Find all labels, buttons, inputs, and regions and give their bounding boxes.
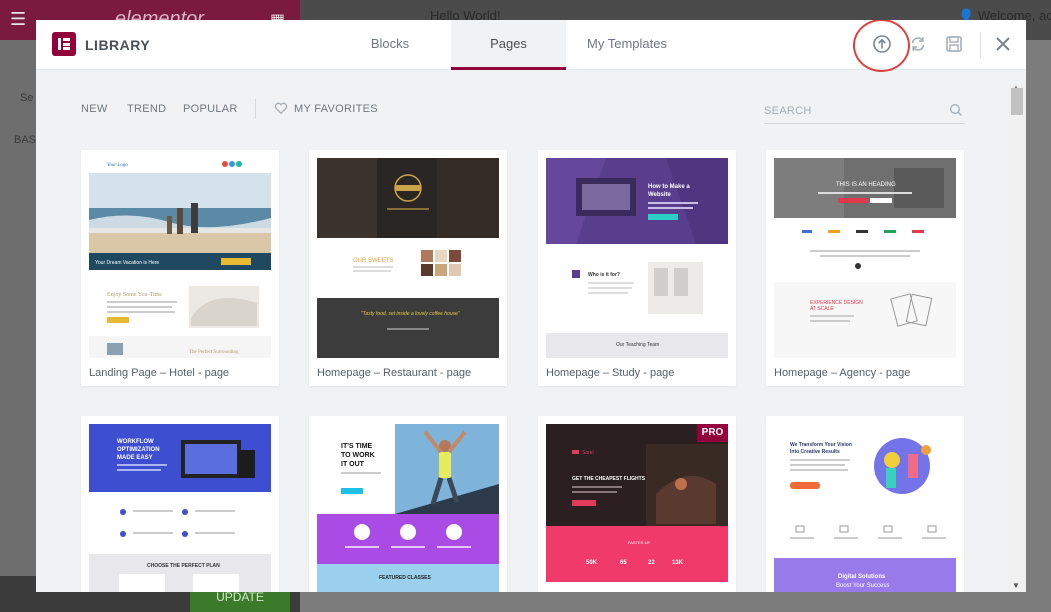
svg-text:The Perfect Surrounding: The Perfect Surrounding (189, 350, 239, 355)
template-library-modal: LIBRARY Blocks Pages My Templates NEW TR… (36, 20, 1026, 592)
pro-badge: PRO (697, 424, 728, 442)
template-title: Homepage – Agency - page (774, 367, 911, 379)
svg-text:MADE EASY: MADE EASY (117, 455, 153, 461)
svg-text:IT'S TIME: IT'S TIME (341, 443, 373, 450)
template-card-workflow[interactable]: WORKFLOW OPTIMIZATION MADE EASY CHOOSE T… (81, 416, 279, 592)
template-preview: OUR SWEETS "Tasty food, set inside a lov… (317, 158, 499, 358)
template-preview: Your Logo Your Dream Vacation is Here En… (89, 158, 271, 358)
save-icon[interactable] (943, 33, 965, 55)
svg-text:Enjoy Some You-Time: Enjoy Some You-Time (107, 292, 162, 298)
vertical-scrollbar[interactable]: ▲ ▼ (1008, 83, 1026, 592)
svg-text:65: 65 (620, 560, 627, 566)
svg-text:OUR SWEETS: OUR SWEETS (353, 258, 393, 264)
library-title: LIBRARY (85, 37, 151, 53)
svg-text:Who is it for?: Who is it for? (588, 272, 620, 278)
svg-text:22: 22 (648, 560, 655, 566)
svg-text:Website: Website (648, 192, 672, 198)
import-highlight-ring (853, 20, 910, 72)
tab-blocks[interactable]: Blocks (340, 20, 440, 70)
search-icon (949, 103, 963, 117)
filter-trend[interactable]: TREND (127, 103, 166, 115)
template-preview: We Transform Your Vision Into Creative R… (774, 424, 956, 592)
template-preview: WORKFLOW OPTIMIZATION MADE EASY CHOOSE T… (89, 424, 271, 592)
filter-divider (255, 99, 256, 119)
svg-text:Your Dream Vacation is Here: Your Dream Vacation is Here (95, 260, 159, 266)
scroll-down-arrow-icon[interactable]: ▼ (1012, 581, 1020, 590)
svg-text:THIS IS AN HEADING: THIS IS AN HEADING (836, 182, 896, 188)
panel-section-label: BAS (14, 134, 37, 146)
scrollbar-thumb[interactable] (1011, 88, 1023, 115)
template-card-restaurant[interactable]: OUR SWEETS "Tasty food, set inside a lov… (309, 150, 507, 386)
template-card-study[interactable]: How to Make a Website Who is it for? Our… (538, 150, 736, 386)
svg-text:Digital Solutions: Digital Solutions (838, 574, 886, 580)
svg-text:OPTIMIZATION: OPTIMIZATION (117, 447, 160, 453)
template-card-fitness[interactable]: IT'S TIME TO WORK IT OUT FEATURED CLASSE… (309, 416, 507, 592)
filter-popular[interactable]: POPULAR (183, 103, 238, 115)
svg-text:Boost Your Success: Boost Your Success (836, 583, 889, 589)
svg-text:IT OUT: IT OUT (341, 461, 365, 468)
template-preview: How to Make a Website Who is it for? Our… (546, 158, 728, 358)
svg-text:13K: 13K (672, 560, 684, 566)
template-title: Landing Page – Hotel - page (89, 367, 230, 379)
sync-icon[interactable] (907, 33, 929, 55)
template-card-creative[interactable]: We Transform Your Vision Into Creative R… (766, 416, 964, 592)
svg-text:How to Make a: How to Make a (648, 184, 690, 190)
elementor-logo-icon (52, 32, 76, 56)
close-icon[interactable] (992, 33, 1014, 55)
svg-text:Into Creative Results: Into Creative Results (790, 449, 840, 455)
template-title: Homepage – Study - page (546, 367, 675, 379)
tab-pages[interactable]: Pages (451, 20, 566, 70)
svg-text:FASTER UP: FASTER UP (628, 540, 651, 545)
svg-text:FEATURED CLASSES: FEATURED CLASSES (379, 575, 432, 581)
template-title: Homepage – Restaurant - page (317, 367, 472, 379)
svg-text:Our Teaching Team: Our Teaching Team (616, 342, 659, 348)
heart-icon[interactable] (274, 101, 288, 115)
hamburger-menu-icon[interactable]: ☰ (10, 10, 28, 28)
svg-text:Your Logo: Your Logo (107, 163, 128, 168)
svg-text:"Tasty food, set inside a love: "Tasty food, set inside a lovely coffee … (361, 311, 460, 317)
svg-text:Sorel: Sorel (582, 450, 594, 456)
filter-new[interactable]: NEW (81, 103, 108, 115)
svg-text:WORKFLOW: WORKFLOW (117, 439, 154, 445)
svg-text:TO WORK: TO WORK (341, 452, 375, 459)
template-card-travel[interactable]: PRO Sorel GET THE CHEAPEST FLIGHTS FASTE… (538, 416, 736, 592)
svg-text:CHOOSE THE PERFECT PLAN: CHOOSE THE PERFECT PLAN (147, 563, 220, 569)
filter-my-favorites[interactable]: MY FAVORITES (294, 103, 378, 115)
tab-my-templates[interactable]: My Templates (566, 20, 688, 70)
template-card-agency[interactable]: THIS IS AN HEADING EXPERIENCE DESIGN AT … (766, 150, 964, 386)
template-preview: Sorel GET THE CHEAPEST FLIGHTS FASTER UP… (546, 424, 728, 592)
svg-text:We Transform Your Vision: We Transform Your Vision (790, 442, 852, 448)
template-preview: THIS IS AN HEADING EXPERIENCE DESIGN AT … (774, 158, 956, 358)
svg-text:50K: 50K (586, 560, 598, 566)
template-card-hotel[interactable]: Your Logo Your Dream Vacation is Here En… (81, 150, 279, 386)
svg-text:GET THE CHEAPEST FLIGHTS: GET THE CHEAPEST FLIGHTS (572, 476, 646, 482)
template-preview: IT'S TIME TO WORK IT OUT FEATURED CLASSE… (317, 424, 499, 592)
svg-text:AT SCALE: AT SCALE (810, 306, 834, 312)
panel-search-text: Se (20, 92, 34, 104)
modal-header: LIBRARY Blocks Pages My Templates (36, 20, 1026, 72)
header-divider (980, 32, 981, 58)
search-input[interactable] (764, 99, 965, 124)
